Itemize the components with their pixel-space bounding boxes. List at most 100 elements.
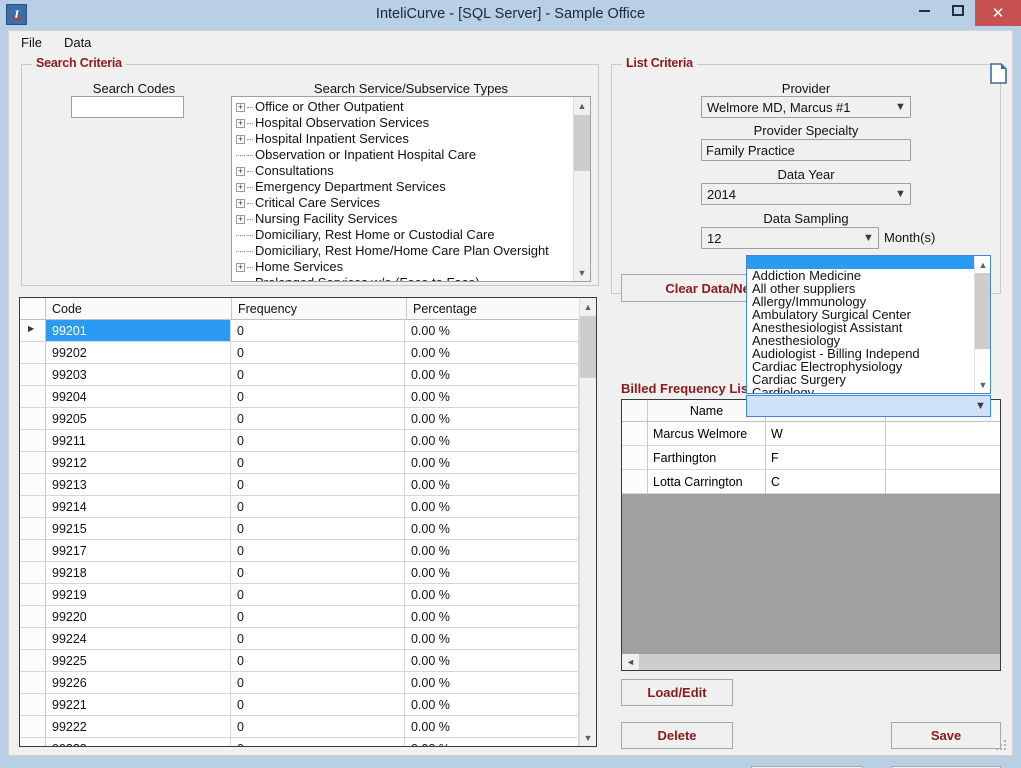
list-item[interactable]: Lotta Carrington C [622, 470, 1000, 494]
cell-code[interactable]: 99205 [46, 408, 231, 429]
list-item[interactable]: Farthington F [622, 446, 1000, 470]
cell-code[interactable]: 99203 [46, 364, 231, 385]
billed-frequency-grid[interactable]: Name Marcus Welmore W Farthington F Lotta Ca… [621, 399, 1001, 671]
column-header-percentage[interactable]: Percentage [407, 298, 582, 319]
tree-node[interactable]: Domiciliary, Rest Home or Custodial Care [232, 227, 573, 243]
scroll-up-icon[interactable]: ▲ [580, 298, 596, 315]
cell-col2[interactable]: W [766, 422, 886, 445]
cell-percentage[interactable]: 0.00 % [405, 408, 579, 429]
cell-code[interactable]: 99221 [46, 694, 231, 715]
menu-item-data[interactable]: Data [64, 35, 91, 50]
cell-code[interactable]: 99214 [46, 496, 231, 517]
load-edit-button[interactable]: Load/Edit [621, 679, 733, 706]
scroll-up-icon[interactable]: ▲ [574, 97, 590, 114]
cell-code[interactable]: 99213 [46, 474, 231, 495]
column-header-frequency[interactable]: Frequency [232, 298, 407, 319]
row-header-cell[interactable] [20, 562, 46, 583]
cell-frequency[interactable]: 0 [231, 650, 405, 671]
tree-node[interactable]: Domiciliary, Rest Home/Home Care Plan Ov… [232, 243, 573, 259]
chevron-down-icon[interactable]: ▼ [971, 396, 990, 416]
delete-button[interactable]: Delete [621, 722, 733, 749]
row-header-cell[interactable] [20, 342, 46, 363]
table-row[interactable]: 99212 0 0.00 % [20, 452, 579, 474]
row-header-cell[interactable] [20, 452, 46, 473]
cell-percentage[interactable]: 0.00 % [405, 430, 579, 451]
expand-plus-icon[interactable]: + [236, 198, 245, 208]
cell-percentage[interactable]: 0.00 % [405, 496, 579, 517]
cell-code[interactable]: 99223 [46, 738, 231, 746]
save-button[interactable]: Save [891, 722, 1001, 749]
row-header-cell[interactable] [20, 650, 46, 671]
cell-frequency[interactable]: 0 [231, 694, 405, 715]
cell-frequency[interactable]: 0 [231, 562, 405, 583]
dropdown-scrollbar[interactable]: ▲ ▼ [974, 256, 990, 393]
table-row[interactable]: 99205 0 0.00 % [20, 408, 579, 430]
scroll-up-icon[interactable]: ▲ [975, 256, 990, 273]
row-header-cell[interactable] [20, 628, 46, 649]
hscroll-thumb[interactable] [639, 654, 1000, 670]
expand-plus-icon[interactable]: + [236, 118, 245, 128]
tree-node[interactable]: + Hospital Observation Services [232, 115, 573, 131]
table-row[interactable]: 99225 0 0.00 % [20, 650, 579, 672]
cell-code[interactable]: 99220 [46, 606, 231, 627]
resize-grip[interactable] [996, 740, 1008, 752]
cell-code[interactable]: 99222 [46, 716, 231, 737]
row-header-cell[interactable] [20, 738, 46, 746]
row-header-cell[interactable] [20, 606, 46, 627]
row-header-cell[interactable] [20, 716, 46, 737]
cell-code[interactable]: 99219 [46, 584, 231, 605]
cell-col2[interactable]: C [766, 470, 886, 493]
row-header-cell[interactable] [20, 584, 46, 605]
table-row[interactable]: 99215 0 0.00 % [20, 518, 579, 540]
table-row[interactable]: 99224 0 0.00 % [20, 628, 579, 650]
row-header-cell[interactable] [20, 364, 46, 385]
provider-combobox[interactable]: Welmore MD, Marcus #1 ▼ [701, 96, 911, 118]
specialty-combobox[interactable]: ▼ [746, 395, 991, 417]
cell-code[interactable]: 99204 [46, 386, 231, 407]
expand-plus-icon[interactable]: + [236, 262, 245, 272]
row-header-cell[interactable] [20, 386, 46, 407]
treeview-scrollbar[interactable]: ▲ ▼ [573, 97, 590, 281]
cell-frequency[interactable]: 0 [231, 320, 405, 341]
expand-plus-icon[interactable]: + [236, 102, 245, 112]
cell-name[interactable]: Farthington [648, 446, 766, 469]
cell-frequency[interactable]: 0 [231, 518, 405, 539]
scroll-thumb[interactable] [975, 273, 990, 349]
cell-frequency[interactable]: 0 [231, 716, 405, 737]
tree-node[interactable]: + Consultations [232, 163, 573, 179]
table-row[interactable]: 9920100.00 % [20, 320, 579, 342]
cell-frequency[interactable]: 0 [231, 364, 405, 385]
cell-frequency[interactable]: 0 [231, 540, 405, 561]
row-header-cell[interactable] [622, 422, 648, 445]
table-row[interactable]: 99221 0 0.00 % [20, 694, 579, 716]
chevron-down-icon[interactable]: ▼ [891, 97, 910, 117]
specialty-dropdown-popup[interactable]: Addiction Medicine All other suppliers All… [746, 255, 991, 394]
cell-percentage[interactable]: 0.00 % [405, 342, 579, 363]
table-row[interactable]: 99203 0 0.00 % [20, 364, 579, 386]
minimize-button[interactable] [907, 0, 941, 21]
cell-frequency[interactable]: 0 [231, 628, 405, 649]
row-header-cell[interactable] [20, 496, 46, 517]
tree-node[interactable]: + Hospital Inpatient Services [232, 131, 573, 147]
cell-name[interactable]: Marcus Welmore [648, 422, 766, 445]
cell-code[interactable]: 99225 [46, 650, 231, 671]
cell-percentage[interactable]: 0.00 % [405, 452, 579, 473]
table-row[interactable]: 99218 0 0.00 % [20, 562, 579, 584]
expand-plus-icon[interactable]: + [236, 166, 245, 176]
column-header-code[interactable]: Code [46, 298, 232, 319]
tree-node[interactable]: + Office or Other Outpatient [232, 99, 573, 115]
cell-code[interactable]: 99201 [46, 320, 231, 341]
search-codes-input[interactable] [71, 96, 184, 118]
cell-code[interactable]: 99217 [46, 540, 231, 561]
cell-percentage[interactable]: 0.00 % [405, 650, 579, 671]
row-header-cell[interactable] [20, 430, 46, 451]
tree-node[interactable]: Prolonged Services w/o (Face to Face) [232, 275, 573, 281]
cell-frequency[interactable]: 0 [231, 386, 405, 407]
tree-node[interactable]: + Home Services [232, 259, 573, 275]
cell-percentage[interactable]: 0.00 % [405, 738, 579, 746]
row-header-cell[interactable] [20, 474, 46, 495]
table-row[interactable]: 99222 0 0.00 % [20, 716, 579, 738]
cell-percentage[interactable]: 0.00 % [405, 694, 579, 715]
list-item[interactable]: Marcus Welmore W [622, 422, 1000, 446]
table-row[interactable]: 99213 0 0.00 % [20, 474, 579, 496]
